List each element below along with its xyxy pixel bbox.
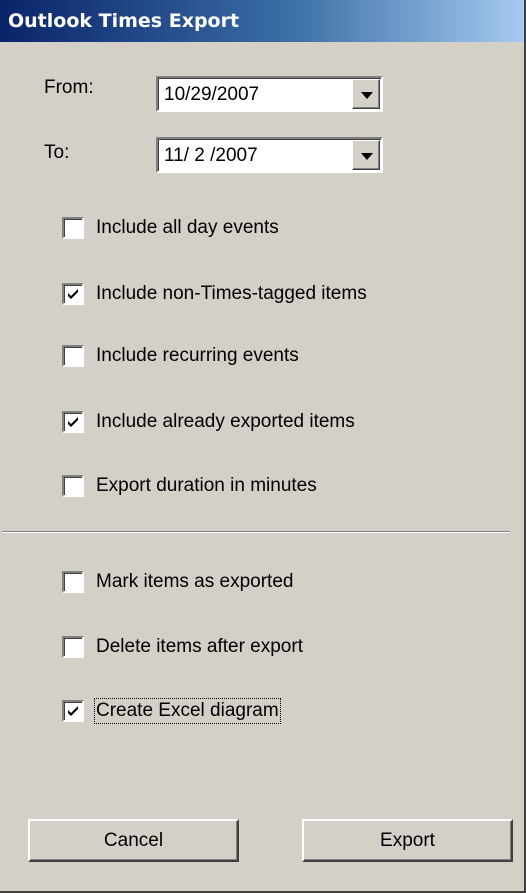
check-mark-icon bbox=[68, 289, 78, 299]
checkbox-label: Include already exported items bbox=[96, 411, 355, 432]
chevron-down-icon bbox=[361, 153, 373, 160]
checkbox-label: Include all day events bbox=[96, 217, 279, 238]
checkbox-box[interactable] bbox=[62, 411, 84, 433]
checkbox-label: Export duration in minutes bbox=[96, 475, 317, 496]
chevron-down-icon bbox=[361, 92, 373, 99]
check-mark-icon bbox=[68, 417, 78, 427]
window-title: Outlook Times Export bbox=[0, 0, 524, 42]
to-date-value: 11/ 2 /2007 bbox=[164, 145, 258, 166]
checkbox-box[interactable] bbox=[62, 475, 84, 497]
from-dropdown-button[interactable] bbox=[352, 79, 380, 109]
from-date-value: 10/29/2007 bbox=[164, 84, 260, 105]
checkbox-box[interactable] bbox=[62, 571, 84, 593]
checkbox-box[interactable] bbox=[62, 217, 84, 239]
check-mark-icon bbox=[68, 706, 78, 716]
checkbox-box[interactable] bbox=[62, 636, 84, 658]
from-label: From: bbox=[44, 77, 94, 98]
checkbox-box[interactable] bbox=[62, 345, 84, 367]
to-date-combo[interactable]: 11/ 2 /2007 bbox=[156, 137, 383, 173]
to-dropdown-button[interactable] bbox=[352, 140, 380, 170]
checkbox-label: Delete items after export bbox=[96, 636, 303, 657]
cancel-button[interactable]: Cancel bbox=[28, 819, 239, 862]
to-label: To: bbox=[44, 142, 70, 163]
checkbox-box[interactable] bbox=[62, 283, 84, 305]
export-dialog: Outlook Times Export From: 10/29/2007 To… bbox=[0, 0, 526, 893]
from-date-combo[interactable]: 10/29/2007 bbox=[156, 76, 383, 112]
export-button[interactable]: Export bbox=[302, 819, 513, 862]
divider bbox=[2, 531, 510, 533]
checkbox-label: Create Excel diagram bbox=[94, 698, 281, 724]
checkbox-label: Include recurring events bbox=[96, 345, 299, 366]
checkbox-box[interactable] bbox=[62, 700, 84, 722]
checkbox-label: Include non-Times-tagged items bbox=[96, 283, 367, 304]
checkbox-label: Mark items as exported bbox=[96, 571, 294, 592]
